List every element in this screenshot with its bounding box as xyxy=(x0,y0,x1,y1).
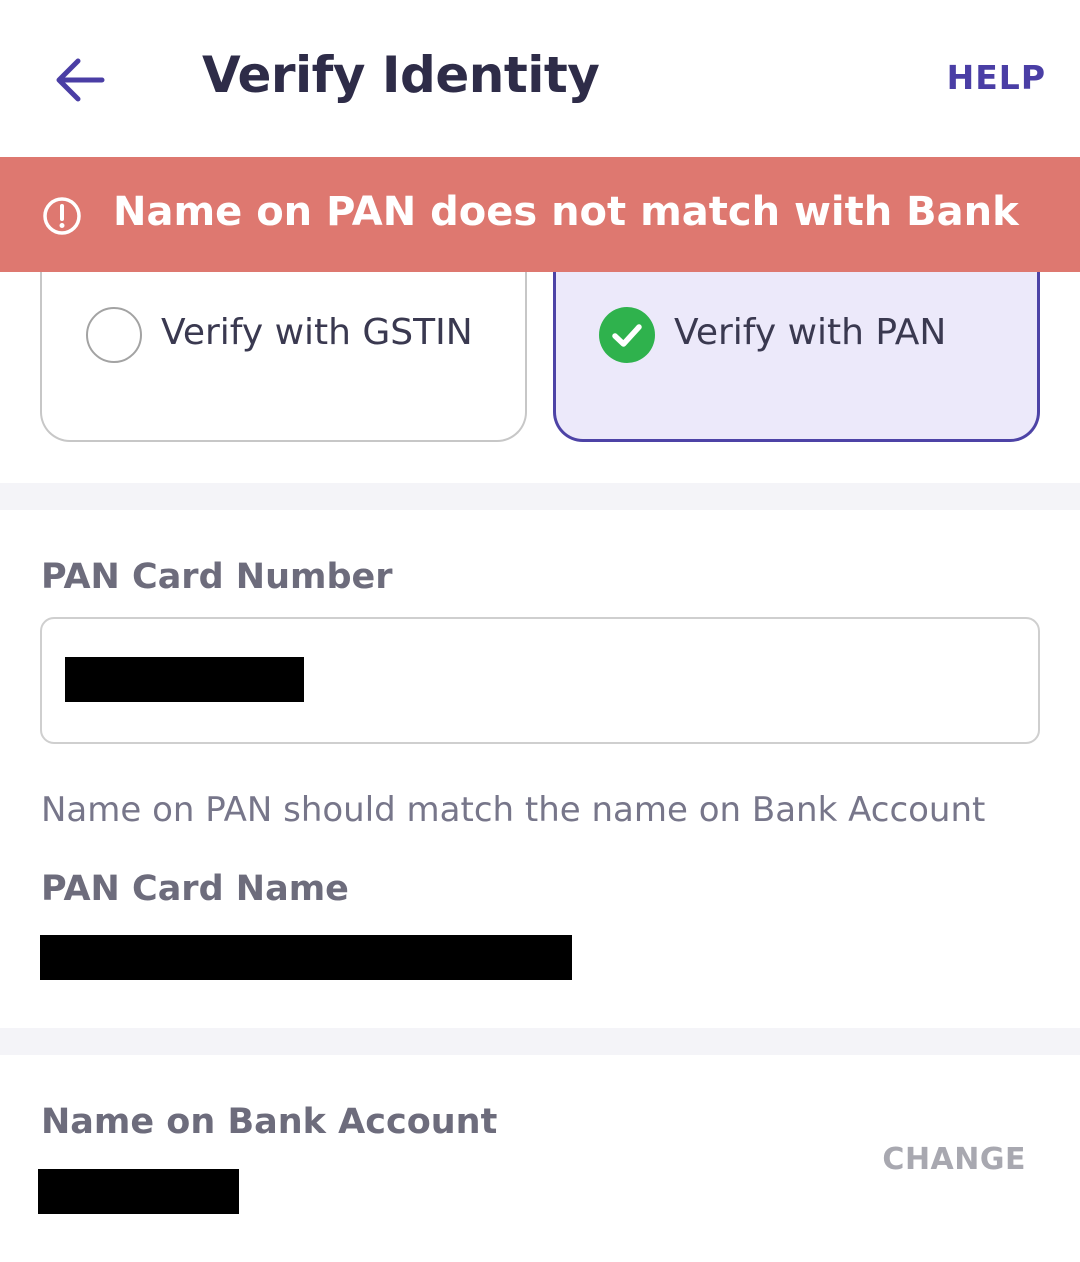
gstin-option-label: Verify with GSTIN xyxy=(161,312,473,353)
section-divider xyxy=(0,483,1080,510)
redacted-pan-number xyxy=(65,657,304,702)
redacted-pan-name xyxy=(40,935,572,980)
verify-identity-screen: Verify Identity HELP Verify with GSTIN V… xyxy=(0,0,1080,1262)
redacted-bank-name xyxy=(38,1169,239,1214)
pan-radio-checked[interactable] xyxy=(599,307,655,363)
pan-hint-text: Name on PAN should match the name on Ban… xyxy=(41,790,986,830)
section-divider xyxy=(0,1028,1080,1055)
arrow-left-icon xyxy=(56,58,105,102)
error-message: Name on PAN does not match with Bank xyxy=(113,189,1019,235)
back-button[interactable] xyxy=(50,50,110,110)
check-icon xyxy=(612,324,642,347)
bank-name-label: Name on Bank Account xyxy=(41,1102,498,1142)
pan-number-label: PAN Card Number xyxy=(41,557,393,597)
help-link[interactable]: HELP xyxy=(947,58,1046,97)
page-title: Verify Identity xyxy=(202,46,600,104)
pan-name-label: PAN Card Name xyxy=(41,869,349,909)
change-bank-button[interactable]: CHANGE xyxy=(882,1142,1026,1177)
alert-circle-icon xyxy=(43,197,81,235)
pan-option-label: Verify with PAN xyxy=(674,312,947,353)
app-header: Verify Identity HELP xyxy=(0,0,1080,157)
gstin-radio[interactable] xyxy=(86,307,142,363)
